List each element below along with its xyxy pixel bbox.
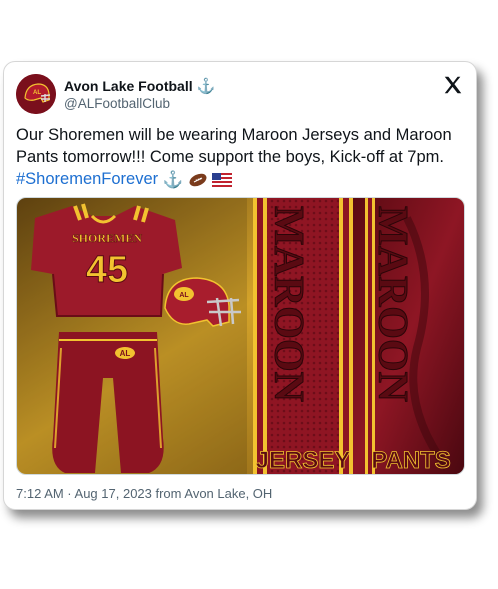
anchor-icon: ⚓ [162,170,184,189]
avatar-logo-text: AL [33,90,41,96]
author-name-row[interactable]: Avon Lake Football ⚓ [64,77,215,95]
tweet-media-image[interactable]: SHOREMEN 45 AL AL MAROON JERSEY MAROON P… [16,197,465,475]
avatar[interactable]: AL [16,74,56,114]
uniform-graphic: SHOREMEN 45 AL AL MAROON JERSEY MAROON P… [17,198,464,474]
us-flag-icon [212,172,233,187]
panel-left-big-text: MAROON [265,206,311,402]
author-name[interactable]: Avon Lake Football [64,78,193,94]
panel-right-big-text: MAROON [369,206,415,402]
tweet-card: AL Avon Lake Football ⚓ @ALFootballClub … [3,61,477,510]
jersey-number-text: 45 [86,249,128,291]
panel-right-small-text: PANTS [371,447,451,474]
x-logo-icon[interactable] [442,74,464,96]
panel-left-small-text: JERSEY [256,447,351,474]
jersey-name-text: SHOREMEN [72,231,142,245]
author-handle[interactable]: @ALFootballClub [64,96,170,111]
helmet-logo-text: AL [179,292,189,299]
football-icon [189,173,207,186]
anchor-icon: ⚓ [196,78,216,95]
tweet-body: Our Shoremen will be wearing Maroon Jers… [16,126,452,166]
tweet-text: Our Shoremen will be wearing Maroon Jers… [16,124,464,191]
pants-logo-text: AL [120,349,131,358]
tweet-timestamp[interactable]: 7:12 AM · Aug 17, 2023 from Avon Lake, O… [16,486,272,501]
helmet-avatar-icon: AL [16,74,56,114]
hashtag-link[interactable]: #ShoremenForever [16,170,158,188]
